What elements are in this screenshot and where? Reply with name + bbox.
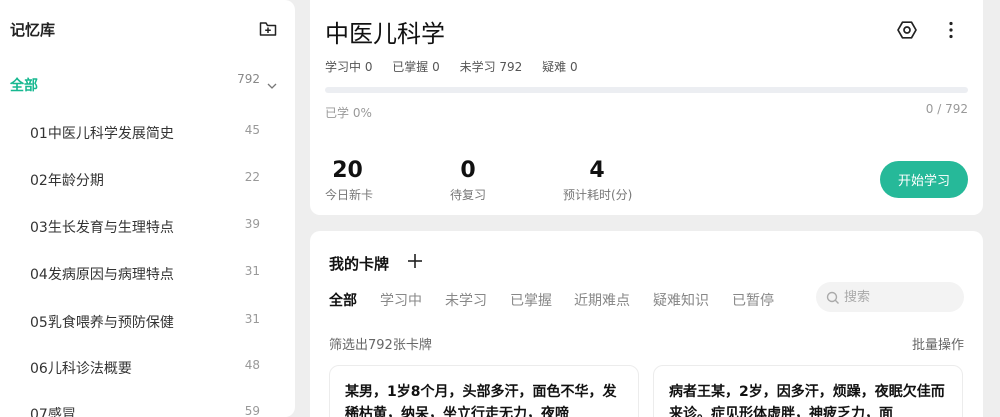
sidebar-item[interactable]: 07感冒 59	[30, 402, 260, 417]
search-input[interactable]	[844, 282, 956, 312]
more-options-icon[interactable]	[940, 19, 962, 41]
sidebar-item-label: 02年龄分期	[30, 173, 104, 189]
sidebar-title: 记忆库	[10, 21, 56, 39]
settings-icon[interactable]	[896, 19, 918, 41]
stat-learning: 学习中 0	[325, 60, 373, 74]
sidebar-item[interactable]: 03生长发育与生理特点 39	[30, 215, 260, 239]
stat-to-review-value: 0	[460, 158, 476, 183]
my-deck-card: 我的卡牌 全部 学习中 未学习 已掌握 近期难点 疑难知识 已暂停 筛选出792…	[310, 231, 983, 417]
sidebar-item[interactable]: 02年龄分期 22	[30, 168, 260, 192]
sidebar-item-label: 03生长发育与生理特点	[30, 220, 174, 236]
flashcard[interactable]: 某男，1岁8个月，头部多汗，面色不华，发稀枯黄，纳呆，坐立行走无力，夜啼	[329, 365, 639, 417]
sidebar-item-count: 31	[244, 264, 260, 278]
stat-unlearned: 未学习 792	[459, 60, 523, 74]
progress-count: 0 / 792	[925, 102, 968, 116]
stat-mastered: 已掌握 0	[392, 60, 440, 74]
sidebar-header: 记忆库	[10, 19, 280, 41]
sidebar-item-label: 07感冒	[30, 407, 76, 417]
tab-recent-difficult[interactable]: 近期难点	[574, 290, 630, 310]
deck-title: 我的卡牌	[329, 255, 390, 273]
flashcard[interactable]: 病者王某，2岁，因多汗，烦躁，夜眠欠佳而来诊。症见形体虚胖，神疲乏力，面	[653, 365, 963, 417]
status-summary: 学习中 0 已掌握 0 未学习 792 疑难 0	[325, 58, 594, 75]
tab-unlearned[interactable]: 未学习	[445, 290, 487, 310]
add-folder-icon[interactable]	[258, 19, 278, 39]
page-title: 中医儿科学	[325, 20, 445, 48]
sidebar-item-count: 48	[244, 358, 260, 372]
sidebar: 记忆库 全部 792 01中医儿科学发展简史 45 02年龄分期 22 03生长…	[0, 0, 295, 417]
stat-estimated-time-value: 4	[589, 158, 605, 183]
search-box	[816, 282, 964, 312]
sidebar-all-label: 全部	[10, 78, 38, 94]
sidebar-item[interactable]: 06儿科诊法概要 48	[30, 356, 260, 380]
course-overview-card: 中医儿科学 学习中 0 已掌握 0 未学习 792 疑难 0 已学 0% 0 /…	[310, 0, 983, 215]
sidebar-item-count: 45	[244, 123, 260, 137]
sidebar-item-count: 39	[244, 217, 260, 231]
filter-result-count: 筛选出792张卡牌	[329, 338, 432, 353]
tab-difficult-knowledge[interactable]: 疑难知识	[653, 290, 709, 310]
flashcard-text: 某男，1岁8个月，头部多汗，面色不华，发稀枯黄，纳呆，坐立行走无力，夜啼	[345, 384, 617, 417]
learned-percent: 已学 0%	[325, 106, 372, 120]
stat-new-cards: 20 今日新卡	[325, 158, 374, 203]
sidebar-item-all[interactable]: 全部 792	[10, 72, 280, 96]
flashcard-text: 病者王某，2岁，因多汗，烦躁，夜眠欠佳而来诊。症见形体虚胖，神疲乏力，面	[669, 384, 945, 417]
sidebar-item-label: 01中医儿科学发展简史	[30, 126, 174, 142]
tab-paused[interactable]: 已暂停	[732, 290, 774, 310]
search-icon	[826, 290, 840, 304]
sidebar-item-label: 04发病原因与病理特点	[30, 267, 174, 283]
tab-mastered[interactable]: 已掌握	[510, 290, 552, 310]
sidebar-item[interactable]: 01中医儿科学发展简史 45	[30, 121, 260, 145]
tab-learning[interactable]: 学习中	[380, 290, 422, 310]
stat-to-review-label: 待复习	[450, 188, 487, 202]
sidebar-all-count: 792	[237, 72, 260, 86]
batch-operation-button[interactable]: 批量操作	[912, 334, 964, 353]
stat-new-cards-label: 今日新卡	[325, 188, 374, 202]
sidebar-item-count: 31	[244, 312, 260, 326]
chevron-down-icon[interactable]	[266, 77, 278, 89]
add-card-icon[interactable]	[406, 252, 424, 270]
sidebar-item[interactable]: 05乳食喂养与预防保健 31	[30, 310, 260, 334]
sidebar-item[interactable]: 04发病原因与病理特点 31	[30, 262, 260, 286]
sidebar-item-count: 22	[244, 170, 260, 184]
stat-estimated-time: 4 预计耗时(分)	[563, 158, 633, 203]
sidebar-item-label: 05乳食喂养与预防保健	[30, 315, 174, 331]
stat-difficult: 疑难 0	[542, 60, 578, 74]
sidebar-item-label: 06儿科诊法概要	[30, 361, 132, 377]
stat-new-cards-value: 20	[332, 158, 363, 183]
stat-to-review: 0 待复习	[450, 158, 486, 203]
sidebar-item-count: 59	[244, 404, 260, 417]
stat-estimated-time-label: 预计耗时(分)	[563, 188, 633, 202]
start-learning-button[interactable]: 开始学习	[880, 161, 968, 198]
progress-bar	[325, 87, 968, 93]
tab-all[interactable]: 全部	[329, 290, 357, 310]
